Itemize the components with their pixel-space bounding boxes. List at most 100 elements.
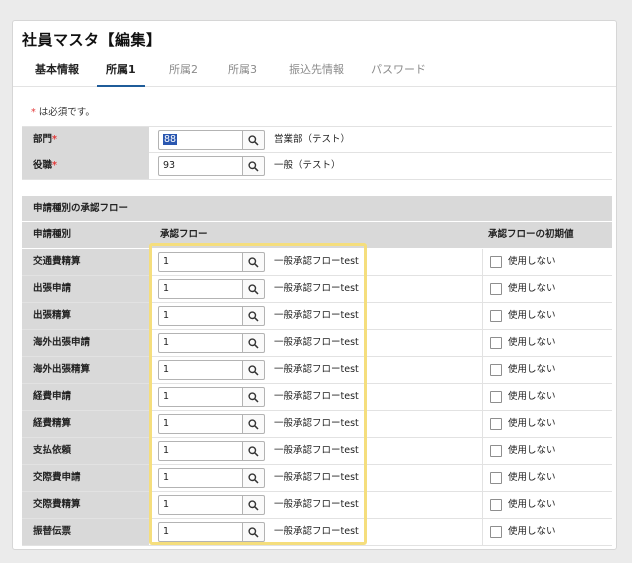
request-type-label: 交際費申請 bbox=[22, 465, 149, 491]
table-row: 海外出張精算 1 一般承認フローtest 使用しない bbox=[22, 357, 612, 384]
approval-flow-name: 一般承認フローtest bbox=[274, 256, 359, 267]
search-icon bbox=[248, 419, 259, 430]
approval-flow-search-button[interactable] bbox=[243, 441, 265, 461]
do-not-use-label: 使用しない bbox=[508, 391, 556, 402]
request-type-label: 振替伝票 bbox=[22, 519, 149, 545]
approval-flow-input[interactable]: 1 bbox=[158, 306, 243, 326]
table-row: 海外出張申請 1 一般承認フローtest 使用しない bbox=[22, 330, 612, 357]
do-not-use-checkbox[interactable] bbox=[490, 310, 502, 322]
approval-flow-input[interactable]: 1 bbox=[158, 279, 243, 299]
employee-master-panel: 社員マスタ【編集】 基本情報 所属1 所属2 所属3 振込先情報 パスワード *… bbox=[12, 20, 617, 550]
approval-flow-name: 一般承認フローtest bbox=[274, 472, 359, 483]
do-not-use-checkbox[interactable] bbox=[490, 445, 502, 457]
department-row: 部門* 88 営業部（テスト） bbox=[22, 126, 612, 153]
table-row: 出張精算 1 一般承認フローtest 使用しない bbox=[22, 303, 612, 330]
search-icon bbox=[248, 392, 259, 403]
approval-flow-search-button[interactable] bbox=[243, 495, 265, 515]
required-mark: * bbox=[31, 107, 36, 118]
search-icon bbox=[248, 161, 259, 172]
approval-flow-search-button[interactable] bbox=[243, 306, 265, 326]
request-type-label: 出張申請 bbox=[22, 276, 149, 302]
approval-flow-search-button[interactable] bbox=[243, 414, 265, 434]
required-note-text: は必須です。 bbox=[38, 107, 95, 118]
department-search-button[interactable] bbox=[243, 130, 265, 150]
table-row: 経費精算 1 一般承認フローtest 使用しない bbox=[22, 411, 612, 438]
approval-flow-search-button[interactable] bbox=[243, 522, 265, 542]
search-icon bbox=[248, 500, 259, 511]
table-row: 交際費申請 1 一般承認フローtest 使用しない bbox=[22, 465, 612, 492]
approval-flow-name: 一般承認フローtest bbox=[274, 526, 359, 537]
approval-flow-input[interactable]: 1 bbox=[158, 252, 243, 272]
do-not-use-label: 使用しない bbox=[508, 310, 556, 321]
position-search-button[interactable] bbox=[243, 156, 265, 176]
request-type-label: 経費申請 bbox=[22, 384, 149, 410]
approval-flow-input[interactable]: 1 bbox=[158, 468, 243, 488]
approval-flow-name: 一般承認フローtest bbox=[274, 364, 359, 375]
do-not-use-checkbox[interactable] bbox=[490, 391, 502, 403]
position-name: 一般（テスト） bbox=[274, 160, 341, 171]
approval-section-title: 申請種別の承認フロー bbox=[22, 196, 612, 221]
approval-flow-input[interactable]: 1 bbox=[158, 495, 243, 515]
search-icon bbox=[248, 365, 259, 376]
tab-affiliation-3[interactable]: 所属3 bbox=[228, 59, 257, 87]
search-icon bbox=[248, 284, 259, 295]
do-not-use-label: 使用しない bbox=[508, 364, 556, 375]
department-code-input[interactable]: 88 bbox=[158, 130, 243, 150]
approval-flow-input[interactable]: 1 bbox=[158, 414, 243, 434]
approval-flow-input[interactable]: 1 bbox=[158, 387, 243, 407]
do-not-use-checkbox[interactable] bbox=[490, 526, 502, 538]
search-icon bbox=[248, 338, 259, 349]
approval-flow-input[interactable]: 1 bbox=[158, 441, 243, 461]
request-type-label: 海外出張申請 bbox=[22, 330, 149, 356]
do-not-use-checkbox[interactable] bbox=[490, 418, 502, 430]
do-not-use-checkbox[interactable] bbox=[490, 364, 502, 376]
approval-flow-name: 一般承認フローtest bbox=[274, 445, 359, 456]
do-not-use-checkbox[interactable] bbox=[490, 256, 502, 268]
approval-flow-input[interactable]: 1 bbox=[158, 522, 243, 542]
do-not-use-checkbox[interactable] bbox=[490, 499, 502, 511]
approval-flow-name: 一般承認フローtest bbox=[274, 418, 359, 429]
search-icon bbox=[248, 527, 259, 538]
table-row: 経費申請 1 一般承認フローtest 使用しない bbox=[22, 384, 612, 411]
approval-flow-search-button[interactable] bbox=[243, 468, 265, 488]
table-row: 支払依頼 1 一般承認フローtest 使用しない bbox=[22, 438, 612, 465]
column-header-default: 承認フローの初期値 bbox=[488, 229, 574, 240]
tab-bank-info[interactable]: 振込先情報 bbox=[289, 59, 344, 87]
approval-flow-search-button[interactable] bbox=[243, 387, 265, 407]
do-not-use-label: 使用しない bbox=[508, 418, 556, 429]
request-type-label: 交際費精算 bbox=[22, 492, 149, 518]
do-not-use-checkbox[interactable] bbox=[490, 283, 502, 295]
approval-flow-search-button[interactable] bbox=[243, 360, 265, 380]
approval-table-header: 申請種別 承認フロー 承認フローの初期値 bbox=[22, 222, 612, 248]
position-row: 役職* 93 一般（テスト） bbox=[22, 153, 612, 180]
table-row: 交際費精算 1 一般承認フローtest 使用しない bbox=[22, 492, 612, 519]
approval-flow-search-button[interactable] bbox=[243, 333, 265, 353]
do-not-use-label: 使用しない bbox=[508, 445, 556, 456]
page-title: 社員マスタ【編集】 bbox=[22, 31, 162, 49]
approval-flow-name: 一般承認フローtest bbox=[274, 391, 359, 402]
tab-affiliation-2[interactable]: 所属2 bbox=[169, 59, 198, 87]
position-code-input[interactable]: 93 bbox=[158, 156, 243, 176]
position-label: 役職* bbox=[22, 153, 149, 179]
approval-flow-search-button[interactable] bbox=[243, 252, 265, 272]
approval-flow-name: 一般承認フローtest bbox=[274, 337, 359, 348]
tab-password[interactable]: パスワード bbox=[371, 59, 426, 87]
search-icon bbox=[248, 135, 259, 146]
request-type-label: 交通費精算 bbox=[22, 249, 149, 275]
request-type-label: 支払依頼 bbox=[22, 438, 149, 464]
approval-flow-input[interactable]: 1 bbox=[158, 360, 243, 380]
required-note: * は必須です。 bbox=[31, 104, 95, 118]
approval-flow-input[interactable]: 1 bbox=[158, 333, 243, 353]
search-icon bbox=[248, 473, 259, 484]
do-not-use-label: 使用しない bbox=[508, 526, 556, 537]
do-not-use-label: 使用しない bbox=[508, 283, 556, 294]
tab-affiliation-1[interactable]: 所属1 bbox=[97, 59, 145, 87]
tab-basic-info[interactable]: 基本情報 bbox=[35, 59, 79, 87]
do-not-use-checkbox[interactable] bbox=[490, 472, 502, 484]
approval-flow-search-button[interactable] bbox=[243, 279, 265, 299]
search-icon bbox=[248, 257, 259, 268]
approval-flow-name: 一般承認フローtest bbox=[274, 283, 359, 294]
do-not-use-checkbox[interactable] bbox=[490, 337, 502, 349]
department-label: 部門* bbox=[22, 127, 149, 153]
tab-bar: 基本情報 所属1 所属2 所属3 振込先情報 パスワード bbox=[13, 59, 616, 87]
